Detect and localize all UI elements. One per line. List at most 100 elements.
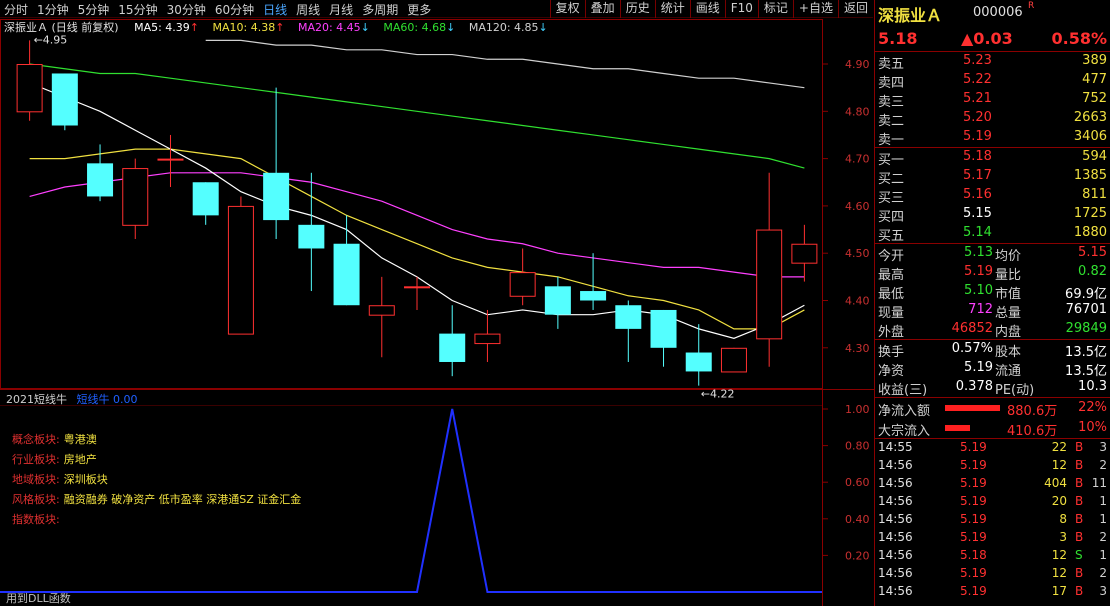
tick-volume: 404: [1044, 476, 1067, 490]
flow-row: 大宗流入 410.6万 10%: [875, 418, 1110, 439]
candle: [720, 347, 747, 373]
tick-row: 14:56 5.19 12 B 2: [875, 457, 1110, 475]
stat-value: 0.57%: [951, 341, 993, 356]
stat-label: 换手: [878, 345, 905, 360]
tick-side: S: [1075, 548, 1083, 562]
order-book-row[interactable]: 买一 5.18 594: [875, 148, 1110, 168]
flow-value: 880.6万: [1007, 404, 1058, 419]
flow-label: 大宗流入: [878, 424, 931, 439]
tick-volume: 22: [1051, 440, 1067, 454]
stat-value: 0.82: [1078, 264, 1107, 279]
change-percent: 0.58%: [1051, 29, 1107, 48]
level-label: 买四: [878, 210, 905, 225]
stock-name: 深振业Ａ: [878, 6, 943, 25]
stat-row: 换手 0.57% 股本 13.5亿: [875, 340, 1110, 360]
tick-count: 2: [1099, 458, 1107, 472]
level-volume: 477: [1082, 72, 1107, 87]
order-book-row[interactable]: 卖三 5.21 752: [875, 90, 1110, 110]
stat-value: 5.15: [1078, 245, 1107, 260]
level-volume: 3406: [1073, 129, 1107, 144]
sector-key: 行业板块:: [12, 453, 60, 466]
stat-label: 均价: [995, 249, 1022, 264]
stat-label: 量比: [995, 268, 1022, 283]
tick-side: B: [1075, 440, 1084, 454]
stat-row: 收益(三) 0.378 PE(动) 10.3: [875, 378, 1110, 398]
tick-price: 5.19: [960, 458, 987, 472]
tick-volume: 12: [1051, 566, 1067, 580]
ind-tick-label: 0.80: [845, 440, 870, 453]
level-price: 5.15: [963, 206, 992, 221]
order-book-row[interactable]: 买四 5.15 1725: [875, 205, 1110, 225]
candle: [615, 300, 642, 362]
stat-value: 10.3: [1078, 379, 1107, 394]
candle: [650, 309, 677, 367]
sector-row: 地域板块: 深圳板块: [12, 470, 301, 490]
price-change: ▲0.03: [961, 29, 1013, 48]
order-book-row[interactable]: 买五 5.14 1880: [875, 224, 1110, 244]
order-book-row[interactable]: 卖四 5.22 477: [875, 71, 1110, 91]
tick-side: B: [1075, 566, 1084, 580]
order-book-row[interactable]: 卖五 5.23 389: [875, 52, 1110, 72]
candle: [544, 276, 571, 329]
level-price: 5.19: [963, 129, 992, 144]
stat-label: 内盘: [995, 325, 1022, 340]
stats-block-2: 换手 0.57% 股本 13.5亿 净资 5.19 流通 13.5亿 收益(三) 0.378 PE(…: [875, 340, 1110, 398]
stat-label: 最低: [878, 287, 905, 302]
candle: [756, 172, 783, 367]
order-book-row[interactable]: 卖一 5.19 3406: [875, 128, 1110, 148]
tick-row: 14:56 5.19 12 B 2: [875, 565, 1110, 583]
level-label: 买一: [878, 153, 905, 168]
stat-label: PE(动): [995, 383, 1035, 398]
stat-row: 今开 5.13 均价 5.15: [875, 244, 1110, 264]
indicator-title[interactable]: 2021短线牛 短线牛 0.00: [6, 391, 138, 407]
y-tick-label: 4.30: [845, 342, 870, 355]
stat-value: 13.5亿: [1065, 364, 1107, 379]
order-book-row[interactable]: 买三 5.16 811: [875, 186, 1110, 206]
candle: [51, 73, 78, 131]
level-label: 卖五: [878, 57, 905, 72]
stock-header: 深振业Ａ 000006 R: [875, 0, 1110, 26]
level-volume: 594: [1082, 149, 1107, 164]
stat-label: 总量: [995, 306, 1022, 321]
tick-price: 5.18: [960, 548, 987, 562]
level-label: 买三: [878, 191, 905, 206]
tick-row: 14:56 5.19 3 B 2: [875, 529, 1110, 547]
tick-price: 5.19: [960, 584, 987, 598]
level-price: 5.20: [963, 110, 992, 125]
stat-value: 46852: [951, 321, 993, 336]
tick-volume: 3: [1059, 530, 1067, 544]
sector-key: 概念板块:: [12, 433, 60, 446]
y-tick-label: 4.80: [845, 105, 870, 118]
stat-label: 流通: [995, 364, 1022, 379]
level-price: 5.22: [963, 72, 992, 87]
order-book-row[interactable]: 买二 5.17 1385: [875, 167, 1110, 187]
order-book-row[interactable]: 卖二 5.20 2663: [875, 109, 1110, 129]
tick-price: 5.19: [960, 494, 987, 508]
tick-time: 14:55: [878, 440, 913, 454]
tick-side: B: [1075, 530, 1084, 544]
tick-count: 2: [1099, 530, 1107, 544]
tick-time: 14:56: [878, 566, 913, 580]
stat-value: 76701: [1065, 302, 1107, 317]
quote-panel: 深振业Ａ 000006 R 5.18 ▲0.03 0.58% 卖五 5.23 389…: [874, 0, 1110, 606]
tick-volume: 8: [1059, 512, 1067, 526]
level-volume: 1385: [1073, 168, 1107, 183]
level-volume: 811: [1082, 187, 1107, 202]
ind-tick-label: 0.60: [845, 476, 870, 489]
sector-value: 深圳板块: [63, 473, 108, 486]
stat-row: 最低 5.10 市值 69.9亿: [875, 282, 1110, 302]
ma120-line: [205, 39, 805, 89]
tick-list[interactable]: 14:55 5.19 22 B 3 14:56 5.19 12 B 2 14:56 5.19 404 B 1…: [875, 439, 1110, 601]
tick-side: B: [1075, 476, 1084, 490]
bid-book: 买一 5.18 594 买二 5.17 1385 买三 5.16 811 买四 5.15 1725 买五…: [875, 148, 1110, 244]
stat-label: 市值: [995, 287, 1022, 302]
tick-count: 3: [1099, 440, 1107, 454]
level-label: 卖四: [878, 76, 905, 91]
footer-note: 用到DLL函数: [6, 592, 71, 605]
tick-volume: 17: [1051, 584, 1067, 598]
tick-count: 1: [1099, 512, 1107, 526]
stat-label: 现量: [878, 306, 905, 321]
low-marker: ←4.22: [701, 388, 735, 401]
ma60-line: [29, 63, 805, 169]
tick-time: 14:56: [878, 530, 913, 544]
